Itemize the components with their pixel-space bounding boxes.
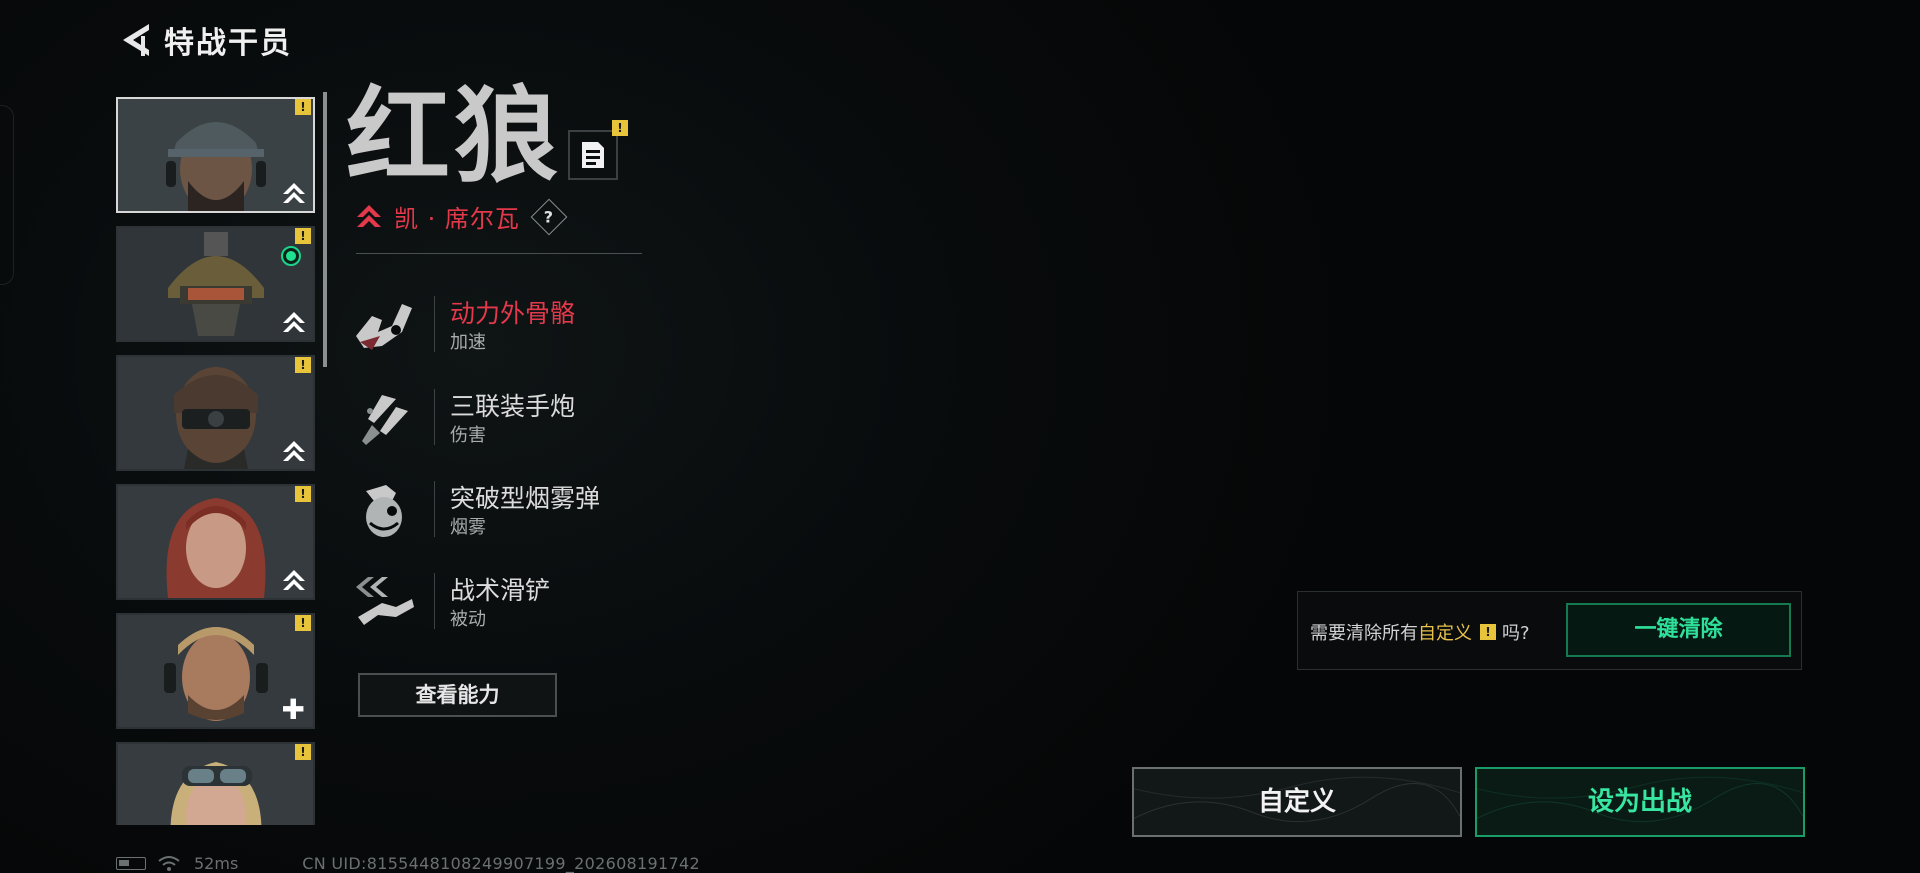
ability-item-4[interactable]: 战术滑铲 被动	[352, 569, 682, 633]
back-arrow-icon	[123, 24, 149, 56]
ping-value: 52ms	[194, 853, 239, 873]
set-deploy-label: 设为出战	[1587, 787, 1692, 817]
ability-title: 动力外骨骼	[450, 299, 576, 328]
operator-real-name: 凯 · 席尔瓦	[394, 205, 520, 233]
biography-alert-badge: !	[612, 120, 628, 136]
operator-list-scrollbar[interactable]	[323, 92, 327, 367]
ability-type: 烟雾	[450, 517, 486, 538]
online-status-icon	[281, 246, 301, 266]
operator-card-5[interactable]: ! ✚	[116, 613, 315, 729]
operator-list[interactable]: ! ! ! ! ! ✚ !	[116, 97, 316, 825]
smoke-grenade-icon	[366, 485, 402, 537]
battery-icon	[116, 856, 146, 870]
page-header: 特战干员	[116, 18, 464, 62]
operator-name: 红狼	[346, 75, 563, 197]
ability-separator	[434, 481, 435, 537]
ability-item-3[interactable]: 突破型烟雾弹 烟雾	[352, 477, 682, 541]
operator-alert-badge: !	[295, 357, 311, 373]
help-label: ?	[544, 207, 554, 226]
clear-question-suffix: 吗?	[1502, 623, 1530, 644]
operator-subtitle: 凯 · 席尔瓦 ?	[356, 198, 568, 235]
biography-button[interactable]	[568, 130, 618, 180]
operator-card-4[interactable]: !	[116, 484, 315, 600]
hand-cannon-icon	[362, 395, 408, 445]
operator-alert-badge: !	[295, 99, 311, 115]
ability-title: 三联装手炮	[450, 392, 576, 421]
document-icon	[582, 142, 604, 168]
clear-question: 需要清除所有 自定义 ! 吗?	[1310, 619, 1530, 645]
warning-icon: !	[1480, 624, 1496, 640]
operator-alert-badge: !	[295, 744, 311, 760]
ability-type: 加速	[450, 332, 486, 353]
rank-chevron-icon	[283, 183, 305, 203]
operator-card-6[interactable]: !	[116, 742, 315, 825]
clear-question-prefix: 需要清除所有	[1310, 623, 1418, 644]
wifi-icon	[158, 856, 180, 871]
ability-title: 突破型烟雾弹	[450, 484, 601, 513]
view-ability-button[interactable]: 查看能力	[358, 673, 557, 717]
divider	[356, 253, 642, 254]
rank-chevron-icon	[283, 441, 305, 461]
ability-separator	[434, 573, 435, 629]
operator-card-1[interactable]: !	[116, 97, 315, 213]
operator-alert-badge: !	[295, 615, 311, 631]
ability-item-2[interactable]: 三联装手炮 伤害	[352, 385, 682, 449]
operator-portrait-image	[118, 744, 313, 825]
operator-alert-badge: !	[295, 486, 311, 502]
clear-custom-panel: 需要清除所有 自定义 ! 吗? 一键清除	[1297, 591, 1802, 670]
exoskeleton-icon	[356, 304, 412, 350]
add-icon: ✚	[281, 693, 305, 726]
clear-question-highlight: 自定义	[1418, 623, 1472, 644]
clear-all-button[interactable]: 一键清除	[1566, 603, 1791, 657]
ability-item-1[interactable]: 动力外骨骼 加速	[352, 292, 682, 356]
ability-title: 战术滑铲	[450, 576, 551, 605]
user-uid: CN UID:8155448108249907199_202608191742	[302, 853, 700, 873]
help-button[interactable]: ?	[530, 198, 568, 235]
side-edge-decoration	[0, 105, 14, 285]
tactical-slide-icon	[356, 577, 414, 625]
rank-chevron-icon	[283, 570, 305, 590]
set-deploy-button[interactable]: 设为出战	[1475, 767, 1805, 837]
customize-button[interactable]: 自定义	[1132, 767, 1462, 837]
operator-alert-badge: !	[295, 228, 311, 244]
operator-card-2[interactable]: !	[116, 226, 315, 342]
back-button[interactable]	[116, 20, 156, 60]
customize-label: 自定义	[1257, 787, 1336, 817]
page-title: 特战干员	[164, 26, 292, 61]
status-footer: 52ms CN UID:8155448108249907199_20260819…	[116, 853, 700, 873]
faction-chevron-icon	[357, 204, 381, 227]
rank-chevron-icon	[283, 312, 305, 332]
operator-card-3[interactable]: !	[116, 355, 315, 471]
ability-separator	[434, 389, 435, 445]
ability-separator	[434, 296, 435, 352]
ability-type: 被动	[450, 609, 486, 630]
ability-type: 伤害	[450, 425, 486, 446]
